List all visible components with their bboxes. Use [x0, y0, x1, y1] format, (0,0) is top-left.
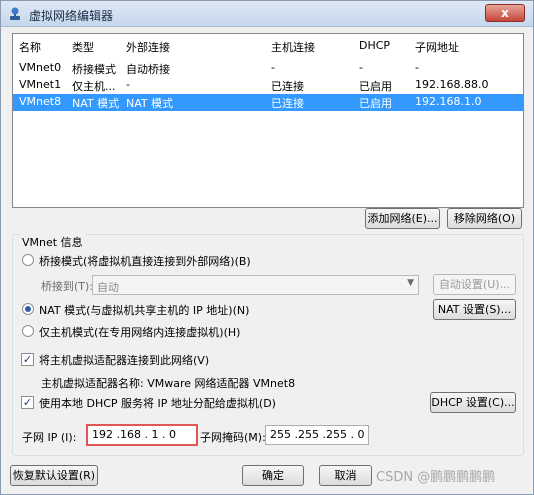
window-title: 虚拟网络编辑器	[29, 9, 114, 23]
remove-network-button[interactable]: 移除网络(O)	[447, 208, 522, 229]
chevron-down-icon: ▼	[407, 278, 414, 288]
virtual-network-editor-window: 虚拟网络编辑器 x 名称 类型 外部连接 主机连接 DHCP 子网地址 VMne…	[0, 0, 534, 495]
header-subnet-address[interactable]: 子网地址	[415, 39, 520, 55]
add-network-button[interactable]: 添加网络(E)...	[365, 208, 440, 229]
connect-adapter-checkbox[interactable]: ✓	[21, 353, 34, 366]
cell-host: 已连接	[271, 80, 304, 93]
close-button[interactable]: x	[485, 4, 525, 22]
auto-settings-button[interactable]: 自动设置(U)...	[433, 274, 516, 295]
subnet-mask-field[interactable]: 255 .255 .255 . 0	[265, 425, 369, 445]
header-dhcp[interactable]: DHCP	[359, 39, 409, 52]
subnet-ip-field[interactable]: 192 .168 . 1 . 0	[86, 424, 198, 446]
connect-adapter-label[interactable]: 将主机虚拟适配器连接到此网络(V)	[39, 352, 209, 368]
dhcp-settings-button[interactable]: DHCP 设置(C)...	[430, 392, 516, 413]
table-row-vmnet0[interactable]: VMnet0 桥接模式 自动桥接 - - -	[13, 60, 523, 77]
list-header: 名称 类型 外部连接 主机连接 DHCP 子网地址	[13, 38, 523, 55]
adapter-name-text: 主机虚拟适配器名称: VMware 网络适配器 VMnet8	[41, 377, 296, 390]
use-dhcp-checkbox[interactable]: ✓	[21, 396, 34, 409]
cell-host: -	[271, 61, 275, 74]
restore-defaults-button[interactable]: 恢复默认设置(R)	[10, 465, 98, 486]
cell-name: VMnet1	[19, 78, 62, 91]
host-only-radio[interactable]	[22, 325, 34, 337]
nat-mode-label[interactable]: NAT 模式(与虚拟机共享主机的 IP 地址)(N)	[39, 302, 249, 318]
cell-type: 仅主机...	[72, 80, 116, 93]
network-app-icon	[10, 7, 20, 20]
cell-subnet: -	[415, 61, 419, 74]
cell-host: 已连接	[271, 97, 304, 110]
cell-external: 自动桥接	[126, 63, 170, 76]
subnet-ip-label: 子网 IP (I):	[22, 431, 77, 444]
cell-subnet: 192.168.1.0	[415, 95, 482, 108]
nat-settings-button[interactable]: NAT 设置(S)...	[433, 299, 516, 320]
cell-name: VMnet0	[19, 61, 62, 74]
header-type[interactable]: 类型	[72, 39, 124, 55]
header-host-connection[interactable]: 主机连接	[271, 39, 361, 55]
cell-subnet: 192.168.88.0	[415, 78, 489, 91]
network-list[interactable]: 名称 类型 外部连接 主机连接 DHCP 子网地址 VMnet0 桥接模式 自动…	[12, 33, 524, 208]
cell-dhcp: -	[359, 61, 363, 74]
bridge-mode-label[interactable]: 桥接模式(将虚拟机直接连接到外部网络)(B)	[39, 253, 251, 269]
cell-type: 桥接模式	[72, 63, 116, 76]
header-name[interactable]: 名称	[19, 39, 71, 55]
use-dhcp-label[interactable]: 使用本地 DHCP 服务将 IP 地址分配给虚拟机(D)	[39, 395, 276, 411]
cell-external: NAT 模式	[126, 97, 174, 110]
csdn-watermark: CSDN @鹏鹏鹏鹏鹏	[376, 470, 496, 485]
header-external-connection[interactable]: 外部连接	[126, 39, 266, 55]
host-only-label[interactable]: 仅主机模式(在专用网络内连接虚拟机)(H)	[39, 324, 240, 340]
subnet-mask-label: 子网掩码(M):	[200, 431, 266, 444]
cell-external: -	[126, 78, 130, 91]
bridge-to-value: 自动	[97, 281, 119, 294]
cancel-button[interactable]: 取消	[319, 465, 372, 486]
ok-button[interactable]: 确定	[242, 465, 304, 486]
title-bar[interactable]: 虚拟网络编辑器 x	[1, 1, 533, 27]
cell-dhcp: 已启用	[359, 97, 392, 110]
cell-dhcp: 已启用	[359, 80, 392, 93]
cell-name: VMnet8	[19, 95, 62, 108]
table-row-vmnet1[interactable]: VMnet1 仅主机... - 已连接 已启用 192.168.88.0	[13, 77, 523, 94]
cell-type: NAT 模式	[72, 97, 120, 110]
bridge-to-label: 桥接到(T):	[41, 280, 94, 293]
vmnet-info-title: VMnet 信息	[20, 234, 85, 250]
nat-mode-radio[interactable]	[22, 303, 34, 315]
bridge-to-select[interactable]: 自动 ▼	[92, 275, 419, 295]
table-row-vmnet8[interactable]: VMnet8 NAT 模式 NAT 模式 已连接 已启用 192.168.1.0	[13, 94, 523, 111]
close-icon: x	[501, 6, 509, 20]
bridge-mode-radio[interactable]	[22, 254, 34, 266]
